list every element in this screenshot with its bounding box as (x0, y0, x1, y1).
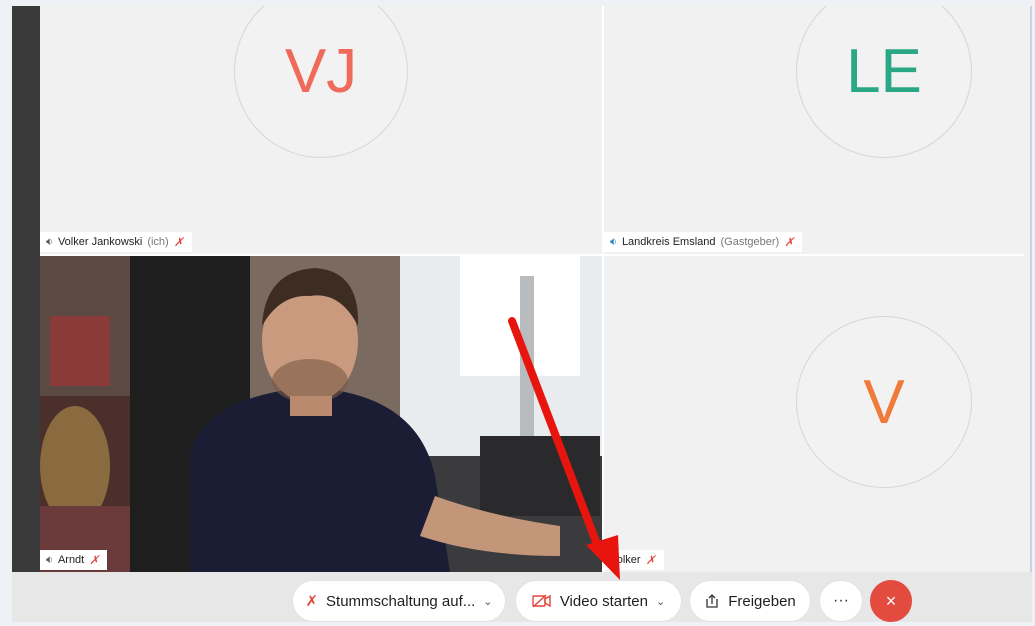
avatar-initials: VJ (284, 36, 358, 106)
participant-name: Arndt (57, 554, 85, 566)
mic-muted-icon: ✗ (645, 553, 656, 567)
participant-avatar: VJ (234, 6, 408, 158)
share-icon (706, 594, 718, 608)
close-icon: × (885, 590, 897, 611)
avatar-initials: LE (846, 36, 922, 106)
participant-tile-1[interactable]: VJ (40, 6, 602, 254)
left-sidebar-strip (12, 6, 40, 572)
start-video-label: Video starten (559, 592, 648, 610)
speaker-icon: 🔉︎ (46, 553, 53, 566)
participant-tile-3-video[interactable] (40, 256, 602, 572)
mic-muted-icon: ✗ (305, 593, 319, 610)
participant-name: Landkreis Emsland (621, 236, 716, 248)
end-call-button[interactable]: × (870, 580, 912, 622)
mute-button[interactable]: ✗ Stummschaltung auf... ⌄ (292, 580, 506, 622)
more-options-button[interactable]: ··· (819, 580, 863, 622)
share-button[interactable]: Freigeben (689, 580, 811, 622)
participant-name-bar: 🔉︎ Volker Jankowski (ich) ✗ (40, 232, 192, 252)
participant-name: Volker (610, 554, 641, 566)
chevron-down-icon[interactable]: ⌄ (656, 595, 665, 608)
mic-muted-icon: ✗ (173, 235, 184, 249)
share-button-label: Freigeben (728, 592, 796, 610)
speaker-icon: 🔉︎ (46, 235, 53, 248)
participant-role: (Gastgeber) (720, 236, 780, 248)
app-frame: VJ LE V 🔉︎ Volker Jankowski (ich) ✗ 🔉︎ L… (0, 0, 1035, 626)
tile-divider-vertical (602, 6, 604, 572)
participant-role: (ich) (147, 236, 169, 248)
participant-avatar: V (796, 316, 972, 488)
participant-avatar: LE (796, 6, 972, 158)
tile-divider-horizontal (40, 254, 1024, 256)
video-off-icon (532, 594, 551, 608)
participant-name-bar: 🔉︎ Landkreis Emsland (Gastgeber) ✗ (604, 232, 803, 252)
participant-name-bar: 🔉︎ Arndt ✗ (40, 550, 108, 570)
participant-tile-4[interactable]: V (604, 256, 1024, 572)
participant-tile-2[interactable]: LE (604, 6, 1024, 254)
start-video-button[interactable]: Video starten ⌄ (515, 580, 682, 622)
participant-name-bar: Volker ✗ (604, 550, 664, 570)
participant-name: Volker Jankowski (57, 236, 143, 248)
more-icon: ··· (833, 592, 849, 609)
mute-button-label: Stummschaltung auf... (326, 592, 476, 610)
chevron-down-icon[interactable]: ⌄ (483, 595, 492, 608)
mic-muted-icon: ✗ (89, 553, 100, 567)
participant-video-feed (40, 256, 602, 572)
mic-muted-icon: ✗ (784, 235, 795, 249)
avatar-initials: V (863, 367, 905, 437)
speaker-icon: 🔉︎ (610, 235, 617, 248)
